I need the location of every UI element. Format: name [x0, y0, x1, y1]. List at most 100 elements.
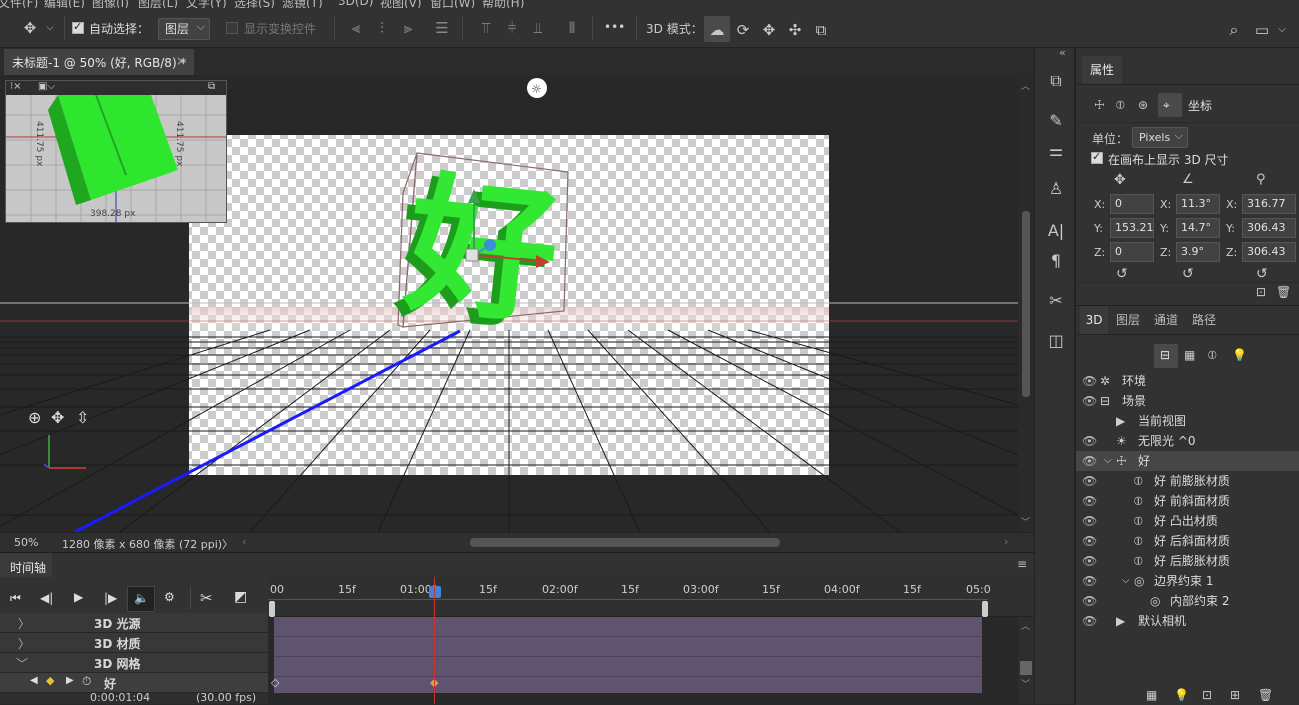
orbit-3d-icon[interactable]: ☁ [707, 20, 727, 40]
track-3d-materials[interactable]: 〉 3D 材质 [0, 633, 268, 653]
timeline-ruler[interactable]: 00 15f 01:00f 15f 02:00f 15f 03:00f 15f … [268, 577, 1034, 617]
move-icon[interactable]: ✥ [20, 18, 40, 38]
lights-filter-icon[interactable]: 💡 [1232, 348, 1247, 362]
menu-edit[interactable]: 编辑(E) [44, 0, 85, 8]
stopwatch-icon[interactable]: ⏱ [82, 674, 91, 689]
eye-icon[interactable]: 👁 [1082, 431, 1097, 451]
workspace-dropdown-icon[interactable]: ⌵ [1272, 20, 1292, 40]
scroll-up-icon[interactable]: ︿ [1021, 619, 1030, 632]
search-icon[interactable]: ⌕ [1224, 20, 1244, 40]
scroll-down-icon[interactable]: ﹀ [1021, 677, 1030, 690]
distribute-v-icon[interactable]: ⦀ [562, 18, 582, 38]
eye-icon[interactable]: 👁 [1082, 591, 1097, 611]
clone-source-icon[interactable]: ♙ [1045, 178, 1067, 200]
track-mesh-hao[interactable]: ◀ ◆ ▶ ⏱ 好 [0, 673, 268, 693]
menu-select[interactable]: 选择(S) [234, 0, 275, 8]
timeline-tracks-area[interactable]: ◇ ◆ [268, 577, 1034, 704]
scroll-down-icon[interactable]: ﹀ [1021, 515, 1030, 528]
collapse-icon[interactable]: ⌵ [1122, 571, 1130, 591]
adjustments-icon[interactable]: ⚌ [1045, 140, 1067, 162]
properties-footer-icon[interactable]: ⊡ [1256, 285, 1266, 299]
eye-icon[interactable]: 👁 [1082, 491, 1097, 511]
document-tab[interactable]: 未标题-1 @ 50% (好, RGB/8) * × [4, 49, 194, 75]
layer-row-material[interactable]: 👁 ⦶ 好 凸出材质 [1076, 511, 1299, 531]
layer-row-default-camera[interactable]: 👁 ▶ 默认相机 [1076, 611, 1299, 631]
layer-row-material[interactable]: 👁 ⦶ 好 前膨胀材质 [1076, 471, 1299, 491]
swap-view-icon[interactable]: ⧉ [208, 81, 215, 92]
reset-scale-icon[interactable]: ↺ [1256, 266, 1268, 282]
canvas-vertical-scrollbar[interactable]: ︿ ﹀ [1018, 75, 1034, 532]
rotation-x-field[interactable]: 11.3° [1176, 194, 1220, 214]
layer-row-environment[interactable]: 👁 ✲ 环境 [1076, 371, 1299, 391]
clip-bar[interactable] [274, 617, 982, 693]
delete-icon[interactable]: 🗑 [1258, 688, 1273, 702]
drag-3d-icon[interactable]: ✥ [759, 20, 779, 40]
auto-select-target-dropdown[interactable]: 图层 [158, 17, 210, 40]
meshes-filter-icon[interactable]: ▦ [1184, 348, 1195, 362]
scissors-icon[interactable]: ✂ [200, 589, 213, 607]
timeline-menu-icon[interactable]: ≡ [1017, 557, 1027, 571]
book-icon[interactable]: ◫ [1045, 330, 1067, 352]
menu-help[interactable]: 帮助(H) [482, 0, 524, 8]
scroll-up-icon[interactable]: ︿ [1021, 79, 1030, 92]
layer-row-constraint[interactable]: 👁 ◎ 内部约束 2 [1076, 591, 1299, 611]
render-icon[interactable]: ⊡ [1202, 688, 1212, 702]
expand-icon[interactable]: 〉 [18, 615, 30, 632]
materials-filter-icon[interactable]: ⦶ [1208, 348, 1217, 363]
eye-icon[interactable]: 👁 [1082, 371, 1097, 391]
prev-keyframe-icon[interactable]: ◀ [30, 675, 38, 686]
layer-row-constraint[interactable]: 👁 ⌵ ◎ 边界约束 1 [1076, 571, 1299, 591]
eye-icon[interactable]: 👁 [1082, 471, 1097, 491]
history-icon[interactable]: ⧉ [1045, 70, 1067, 92]
eye-icon[interactable]: 👁 [1082, 511, 1097, 531]
deform-icon[interactable]: ⦶ [1116, 98, 1125, 113]
keyframe-icon[interactable]: ◆ [46, 674, 54, 687]
menu-type[interactable]: 文字(Y) [186, 0, 227, 8]
position-z-field[interactable]: 0 [1110, 242, 1154, 262]
scale-3d-icon[interactable]: ⧉ [811, 20, 831, 40]
align-hcenter-icon[interactable]: ⫶ [372, 18, 392, 38]
new-icon[interactable]: ⊞ [1230, 688, 1240, 702]
align-top-icon[interactable]: ⫪ [476, 18, 496, 38]
axis-widget[interactable] [43, 435, 86, 469]
playhead-handle[interactable] [429, 586, 441, 598]
scale-y-field[interactable]: 306.43 [1242, 218, 1296, 238]
align-left-icon[interactable]: ⫷ [346, 18, 366, 38]
prev-frame-icon[interactable]: ◀| [40, 591, 53, 605]
menu-3d[interactable]: 3D(D) [338, 0, 373, 8]
status-menu-icon[interactable]: 〉 [222, 536, 233, 552]
layer-row-infinite-light[interactable]: 👁 ☀ 无限光 ^0 [1076, 431, 1299, 451]
slide-3d-icon[interactable]: ✣ [785, 20, 805, 40]
transition-icon[interactable]: ◩ [234, 589, 247, 605]
show-transform-checkbox[interactable] [226, 22, 238, 34]
work-area-end-handle[interactable] [982, 601, 988, 617]
menu-image[interactable]: 图像(I) [92, 0, 129, 8]
distribute-icon[interactable]: ☰ [432, 18, 452, 38]
tools-icon[interactable]: ✂ [1045, 290, 1067, 312]
tab-3d[interactable]: 3D [1080, 306, 1108, 334]
eye-icon[interactable]: 👁 [1082, 551, 1097, 571]
collapse-panels-icon[interactable]: « [1059, 46, 1066, 59]
position-y-field[interactable]: 153.21 [1110, 218, 1154, 238]
whole-scene-icon[interactable]: ⊟ [1160, 348, 1170, 362]
tab-paths[interactable]: 路径 [1188, 306, 1220, 334]
next-keyframe-icon[interactable]: ▶ [66, 675, 74, 686]
orbit-camera-icon[interactable]: ⊕ [28, 408, 41, 427]
eye-icon[interactable]: 👁 [1082, 451, 1097, 471]
new-mesh-icon[interactable]: ▦ [1146, 688, 1157, 702]
scroll-left-icon[interactable]: ‹ [242, 535, 246, 548]
collapse-icon[interactable]: ﹀ [16, 655, 28, 672]
track-3d-meshes[interactable]: ﹀ 3D 网格 [0, 653, 268, 673]
workspace-icon[interactable]: ▭ [1252, 20, 1272, 40]
close-icon[interactable]: × [176, 54, 186, 68]
dolly-camera-icon[interactable]: ⇳ [76, 408, 89, 427]
align-vcenter-icon[interactable]: ⫩ [502, 18, 522, 38]
layer-row-material[interactable]: 👁 ⦶ 好 前斜面材质 [1076, 491, 1299, 511]
timeline-tab[interactable]: 时间轴 [0, 553, 52, 578]
menu-file[interactable]: 文件(F) [0, 0, 38, 8]
tab-layers[interactable]: 图层 [1112, 306, 1144, 334]
layer-row-material[interactable]: 👁 ⦶ 好 后斜面材质 [1076, 531, 1299, 551]
view-select-icon[interactable]: ▣⌵ [38, 81, 55, 92]
layer-row-scene[interactable]: 👁 ⊟ 场景 [1076, 391, 1299, 411]
rotation-z-field[interactable]: 3.9° [1176, 242, 1220, 262]
